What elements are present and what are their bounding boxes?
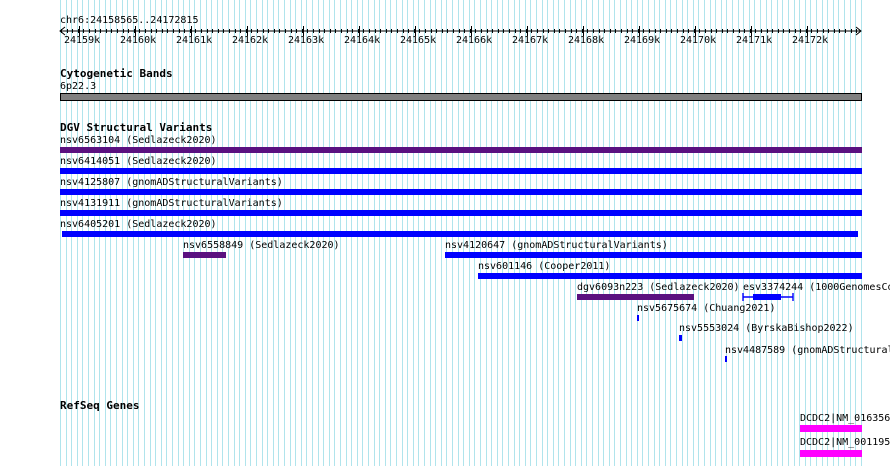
variant-label: nsv601146 (Cooper2011)	[478, 261, 611, 272]
variant-bar[interactable]	[445, 252, 862, 258]
variant-bar[interactable]	[577, 294, 694, 300]
tick-label: 24163k	[288, 35, 325, 46]
variant-label: nsv6558849 (Sedlazeck2020)	[183, 240, 340, 251]
variant-label: nsv5553024 (ByrskaBishop2022)	[679, 323, 854, 334]
tick-label: 24159k	[64, 35, 101, 46]
tick-label: 24172k	[792, 35, 829, 46]
gene-feature[interactable]	[800, 450, 862, 457]
tick-label: 24164k	[344, 35, 381, 46]
variant-bar[interactable]	[62, 231, 858, 237]
tick-label: 24160k	[120, 35, 157, 46]
track-title-dgv[interactable]: DGV Structural Variants	[60, 122, 212, 134]
variant-bar[interactable]	[478, 273, 862, 279]
tick-label: 24170k	[680, 35, 717, 46]
cytoband-6p22.3[interactable]	[60, 93, 862, 101]
track-title-refseq[interactable]: RefSeq Genes	[60, 400, 139, 412]
variant-bar[interactable]	[60, 168, 862, 174]
variant-bar[interactable]	[60, 147, 862, 153]
variant-label: nsv5675674 (Chuang2021)	[637, 303, 776, 314]
variant-label: nsv6563104 (Sedlazeck2020)	[60, 135, 217, 146]
variant-label: nsv4125807 (gnomADStructuralVariants)	[60, 177, 283, 188]
variant-bar[interactable]	[183, 252, 226, 258]
cytoband-label: 6p22.3	[60, 81, 97, 92]
variant-bar[interactable]	[60, 189, 862, 195]
gene-label: DCDC2|NM_016356	[800, 413, 890, 424]
variant-label: nsv4120647 (gnomADStructuralVariants)	[445, 240, 668, 251]
variant-label: nsv4487589 (gnomADStructural	[725, 345, 890, 356]
gene-label: DCDC2|NM_001195	[800, 437, 890, 448]
variant-bar[interactable]	[679, 335, 682, 341]
variant-bar[interactable]	[60, 210, 862, 216]
tick-label: 24168k	[568, 35, 605, 46]
tick-label: 24162k	[232, 35, 269, 46]
variant-label: nsv6414051 (Sedlazeck2020)	[60, 156, 217, 167]
tick-label: 24171k	[736, 35, 773, 46]
variant-label: dgv6093n223 (Sedlazeck2020)	[577, 282, 740, 293]
variant-label: nsv6405201 (Sedlazeck2020)	[60, 219, 217, 230]
tick-label: 24167k	[512, 35, 549, 46]
gene-feature[interactable]	[800, 425, 862, 432]
variant-label: nsv4131911 (gnomADStructuralVariants)	[60, 198, 283, 209]
track-title-cytoband[interactable]: Cytogenetic Bands	[60, 68, 173, 80]
tick-label: 24166k	[456, 35, 493, 46]
variant-bar-esv3374244[interactable]	[740, 292, 796, 302]
tick-label: 24169k	[624, 35, 661, 46]
variant-bar[interactable]	[637, 315, 639, 321]
tick-label: 24161k	[176, 35, 213, 46]
variant-bar[interactable]	[725, 356, 727, 362]
tick-label: 24165k	[400, 35, 437, 46]
